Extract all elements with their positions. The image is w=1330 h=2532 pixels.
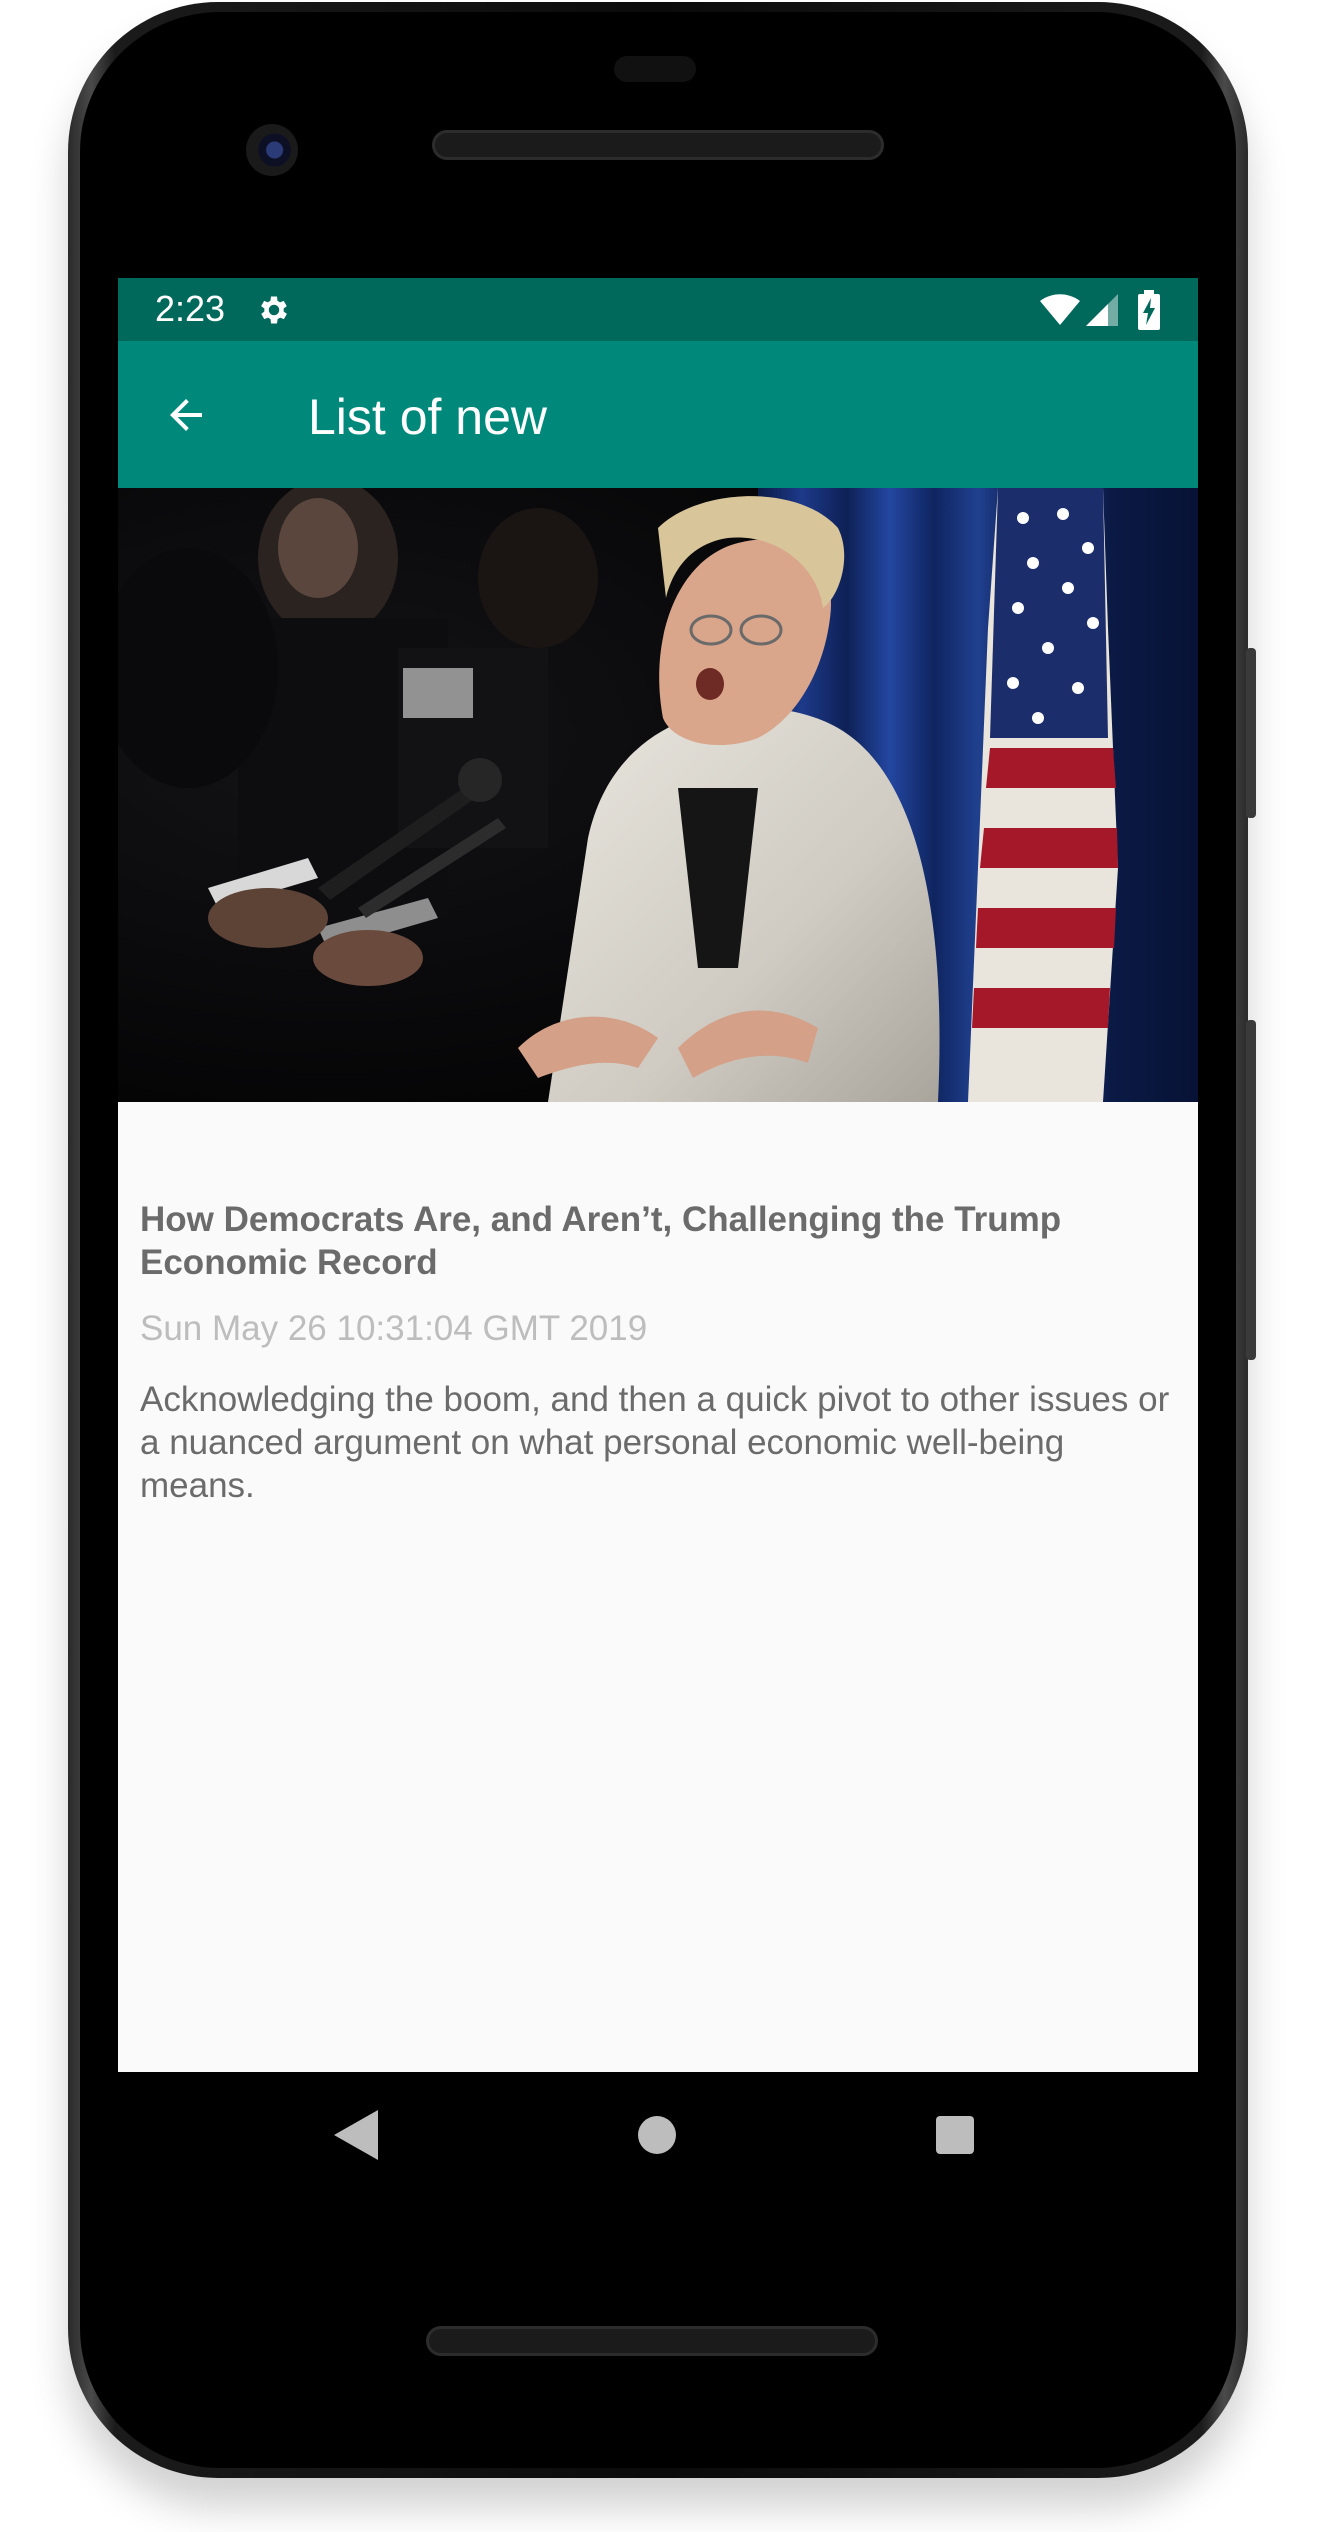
wifi-icon (1040, 294, 1080, 325)
cell-signal-icon (1086, 294, 1118, 326)
article-description: Acknowledging the boom, and then a quick… (140, 1380, 1170, 1505)
page-title: List of new (308, 389, 548, 445)
status-time: 2:23 (155, 288, 226, 329)
gear-icon (261, 296, 287, 324)
back-triangle-icon[interactable] (334, 2110, 378, 2160)
power-button (1246, 1020, 1256, 1360)
article-date: Sun May 26 10:31:04 GMT 2019 (140, 1309, 648, 1348)
proximity-sensor (614, 56, 696, 82)
volume-button (1246, 648, 1256, 818)
app-screen: 2:23 List of new How Democrats Are, and … (118, 278, 1198, 2072)
article-image (118, 488, 1198, 1102)
battery-charging-icon (1138, 290, 1160, 330)
app-toolbar: List of new (118, 341, 1198, 488)
home-circle-icon[interactable] (638, 2116, 676, 2154)
arrow-left-icon (170, 399, 202, 431)
article-content: How Democrats Are, and Aren’t, Challengi… (118, 1102, 1198, 2072)
front-camera (246, 124, 298, 176)
earpiece-speaker (432, 130, 884, 160)
article-photo-illustration (118, 488, 1198, 1102)
recents-square-icon[interactable] (936, 2116, 974, 2154)
back-button[interactable] (148, 377, 224, 453)
bottom-speaker (426, 2326, 878, 2356)
status-bar: 2:23 (118, 278, 1198, 341)
article-title: How Democrats Are, and Aren’t, Challengi… (140, 1200, 1062, 1282)
